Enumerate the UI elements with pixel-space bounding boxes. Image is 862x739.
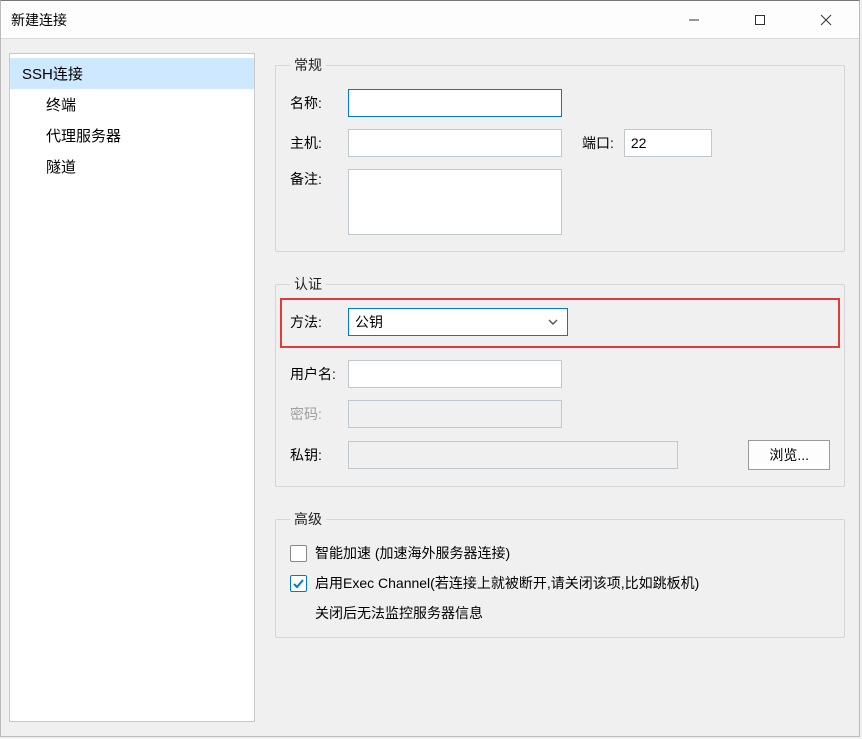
sidebar-item-proxy[interactable]: 代理服务器: [10, 120, 254, 151]
close-icon: [820, 14, 832, 26]
main-panel: 常规 名称: 主机: 端口: 备注: 认证: [261, 39, 859, 736]
group-advanced: 高级 智能加速 (加速海外服务器连接) 启用Exec Channel(若连接上就…: [275, 509, 845, 638]
check-icon: [292, 577, 305, 590]
port-label: 端口:: [582, 133, 614, 153]
sidebar-item-terminal[interactable]: 终端: [10, 89, 254, 120]
group-auth: 认证 方法: 公钥 用户名: 密码:: [275, 274, 845, 487]
browse-button[interactable]: 浏览...: [748, 440, 830, 470]
maximize-button[interactable]: [727, 1, 793, 38]
remark-label: 备注:: [290, 169, 348, 189]
username-input[interactable]: [348, 360, 562, 388]
minimize-icon: [688, 14, 700, 26]
minimize-button[interactable]: [661, 1, 727, 38]
sidebar-item-label: 代理服务器: [46, 128, 121, 145]
group-general: 常规 名称: 主机: 端口: 备注:: [275, 55, 845, 252]
remark-input[interactable]: [348, 169, 562, 235]
privatekey-field: [348, 441, 678, 469]
new-connection-dialog: 新建连接 SSH连接 终端 代理服务器 隧道 常规 名称:: [0, 0, 860, 737]
sidebar: SSH连接 终端 代理服务器 隧道: [9, 53, 255, 722]
host-label: 主机:: [290, 133, 348, 153]
group-auth-legend: 认证: [290, 274, 326, 294]
dialog-title: 新建连接: [11, 10, 67, 30]
name-input[interactable]: [348, 89, 562, 117]
chevron-down-icon: [547, 316, 559, 328]
close-button[interactable]: [793, 1, 859, 38]
sidebar-item-tunnel[interactable]: 隧道: [10, 151, 254, 182]
maximize-icon: [754, 14, 766, 26]
auth-highlight: 方法: 公钥: [280, 298, 840, 348]
sidebar-item-label: SSH连接: [22, 66, 83, 83]
method-value: 公钥: [355, 312, 383, 332]
method-label: 方法:: [290, 312, 348, 332]
exec-channel-note: 关闭后无法监控服务器信息: [315, 603, 830, 623]
smart-accel-checkbox[interactable]: [290, 545, 307, 562]
exec-channel-checkbox[interactable]: [290, 575, 307, 592]
sidebar-item-label: 终端: [46, 97, 76, 114]
group-general-legend: 常规: [290, 55, 326, 75]
titlebar: 新建连接: [1, 1, 859, 39]
privatekey-label: 私钥:: [290, 445, 348, 465]
exec-channel-label: 启用Exec Channel(若连接上就被断开,请关闭该项,比如跳板机): [315, 573, 699, 593]
method-select[interactable]: 公钥: [348, 308, 568, 336]
port-input[interactable]: [624, 129, 712, 157]
password-label: 密码:: [290, 404, 348, 424]
password-input: [348, 400, 562, 428]
name-label: 名称:: [290, 93, 348, 113]
group-advanced-legend: 高级: [290, 509, 326, 529]
host-input[interactable]: [348, 129, 562, 157]
sidebar-item-ssh[interactable]: SSH连接: [10, 58, 254, 89]
browse-label: 浏览...: [769, 447, 809, 463]
smart-accel-label: 智能加速 (加速海外服务器连接): [315, 543, 510, 563]
username-label: 用户名:: [290, 364, 348, 384]
sidebar-item-label: 隧道: [46, 159, 76, 176]
window-controls: [661, 1, 859, 38]
